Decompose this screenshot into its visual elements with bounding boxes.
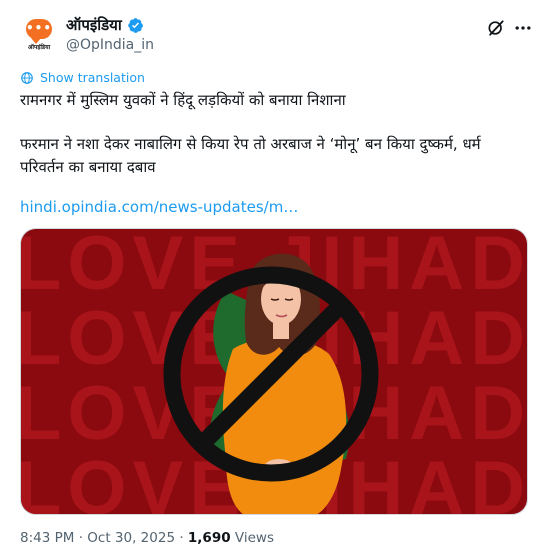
views-label: Views [234,530,274,546]
show-translation-button[interactable]: Show translation [20,70,145,85]
show-translation-label: Show translation [40,70,145,85]
tweet-media-image[interactable]: LOVE JIHAD LOVE JIHAD LOVE JIHAD LOVE JI… [20,228,528,515]
verified-badge-icon [127,17,143,33]
author-name-row: ऑपइंडिया [66,15,144,35]
translate-globe-icon [21,71,33,84]
meta-separator: · [74,530,88,546]
more-icon[interactable] [512,18,534,38]
tweet-headline: रामनगर में मुस्लिम युवकों ने हिंदू लड़कि… [20,91,346,109]
views-count: 1,690 [187,530,231,546]
avatar-caption: ऑपइंडिया [27,44,51,51]
handle[interactable]: @OpIndia_in [66,37,154,53]
display-name[interactable]: ऑपइंडिया [66,15,122,35]
tweet-meta: 8:43 PM · Oct 30, 2025 · 1,690 Views [20,530,274,546]
tweet-time[interactable]: 8:43 PM [20,530,74,546]
tweet-body-line-1: फरमान ने नशा देकर नाबालिग से किया रेप तो… [20,135,481,153]
avatar[interactable]: ••• ऑपइंडिया [18,14,60,56]
tweet-card: ••• ऑपइंडिया ऑपइंडिया @OpIndia_in Show t… [0,0,548,553]
meta-separator-2: · [175,530,188,546]
grok-icon[interactable] [486,18,506,38]
love-jihad-illustration: LOVE JIHAD LOVE JIHAD LOVE JIHAD LOVE JI… [21,229,527,514]
tweet-body-line-2: परिवर्तन का बनाया दबाव [20,158,156,176]
article-link[interactable]: hindi.opindia.com/news-updates/m… [20,198,298,216]
tweet-date[interactable]: Oct 30, 2025 [87,530,175,546]
opindia-logo-icon: ••• [26,19,52,44]
